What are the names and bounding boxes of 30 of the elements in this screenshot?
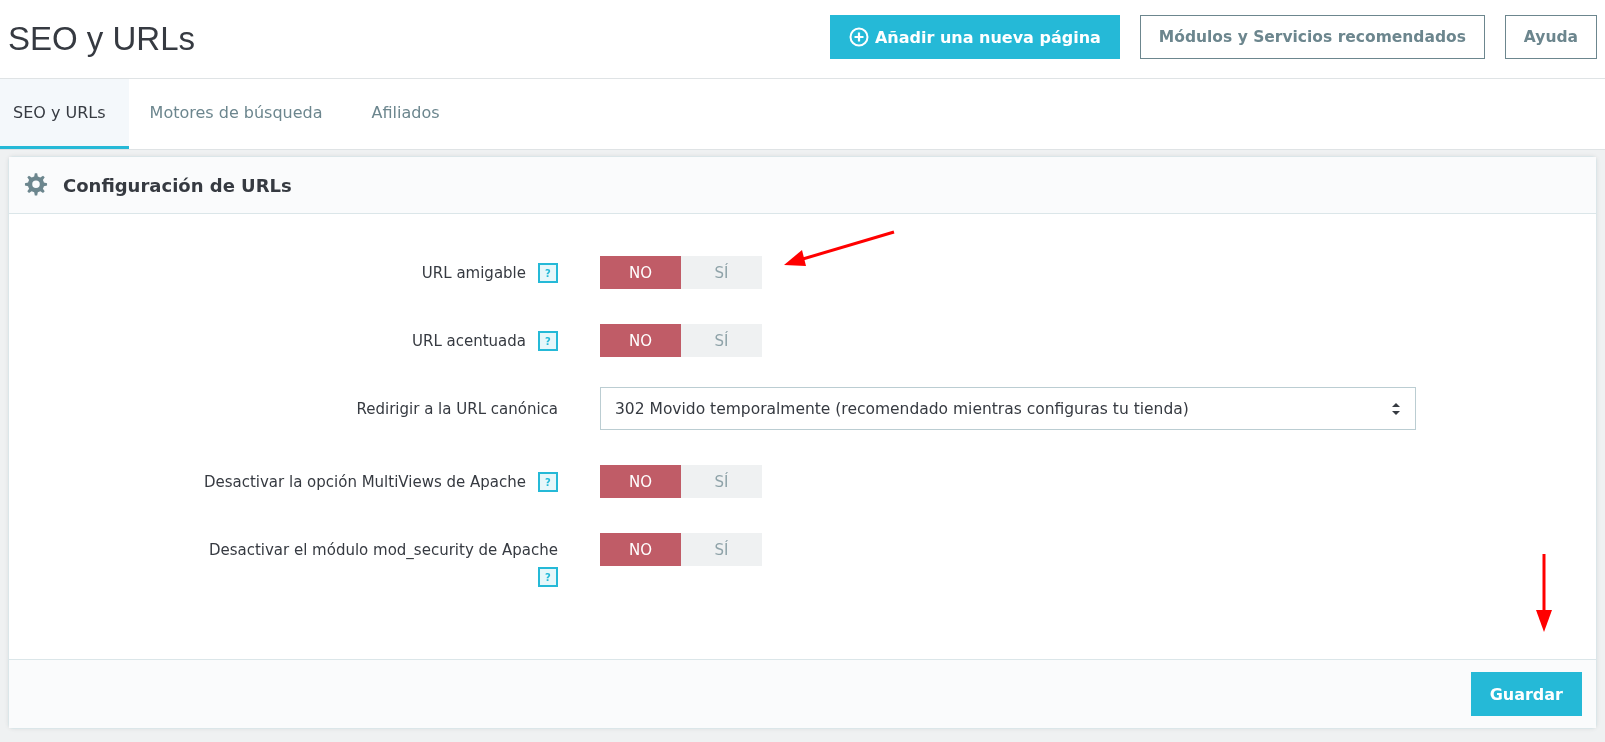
field-label: Redirigir a la URL canónica	[356, 399, 558, 420]
help-icon[interactable]: ?	[538, 263, 558, 283]
plus-circle-icon	[848, 27, 869, 47]
switch-option[interactable]: SÍ	[681, 465, 762, 498]
field-label: URL acentuada	[412, 331, 526, 352]
field-label: Desactivar el módulo mod_security de Apache	[208, 540, 558, 561]
switch-option[interactable]: SÍ	[681, 324, 762, 357]
help-icon[interactable]: ?	[538, 331, 558, 351]
switch-option[interactable]: NO	[600, 256, 681, 289]
switch-option[interactable]: SÍ	[681, 533, 762, 566]
switch-option[interactable]: NO	[600, 324, 681, 357]
sort-caret-icon	[1391, 401, 1401, 416]
tab[interactable]: Afiliados	[358, 79, 468, 149]
help-icon[interactable]: ?	[538, 472, 558, 492]
save-button[interactable]: Guardar	[1470, 672, 1582, 716]
help-icon[interactable]: ?	[538, 567, 558, 587]
toolbar-button[interactable]: Ayuda	[1504, 15, 1597, 59]
page-title: SEO y URLs	[8, 20, 196, 58]
select-field[interactable]: 302 Movido temporalmente (recomendado mientras configuras tu tienda)	[600, 387, 1416, 430]
tab[interactable]: SEO y URLs	[0, 79, 129, 149]
field-label: Desactivar la opción MultiViews de Apache	[203, 472, 526, 493]
switch-option[interactable]: NO	[600, 465, 681, 498]
tab[interactable]: Motores de búsqueda	[136, 79, 351, 149]
switch-option[interactable]: SÍ	[681, 256, 762, 289]
toolbar-button[interactable]: Añadir una nueva página	[829, 15, 1120, 59]
field-label: URL amigable	[421, 263, 526, 284]
settings-icon	[23, 172, 49, 198]
switch-option[interactable]: NO	[600, 533, 681, 566]
toolbar-button[interactable]: Módulos y Servicios recomendados	[1139, 15, 1485, 59]
panel-title: Configuración de URLs	[63, 174, 292, 196]
